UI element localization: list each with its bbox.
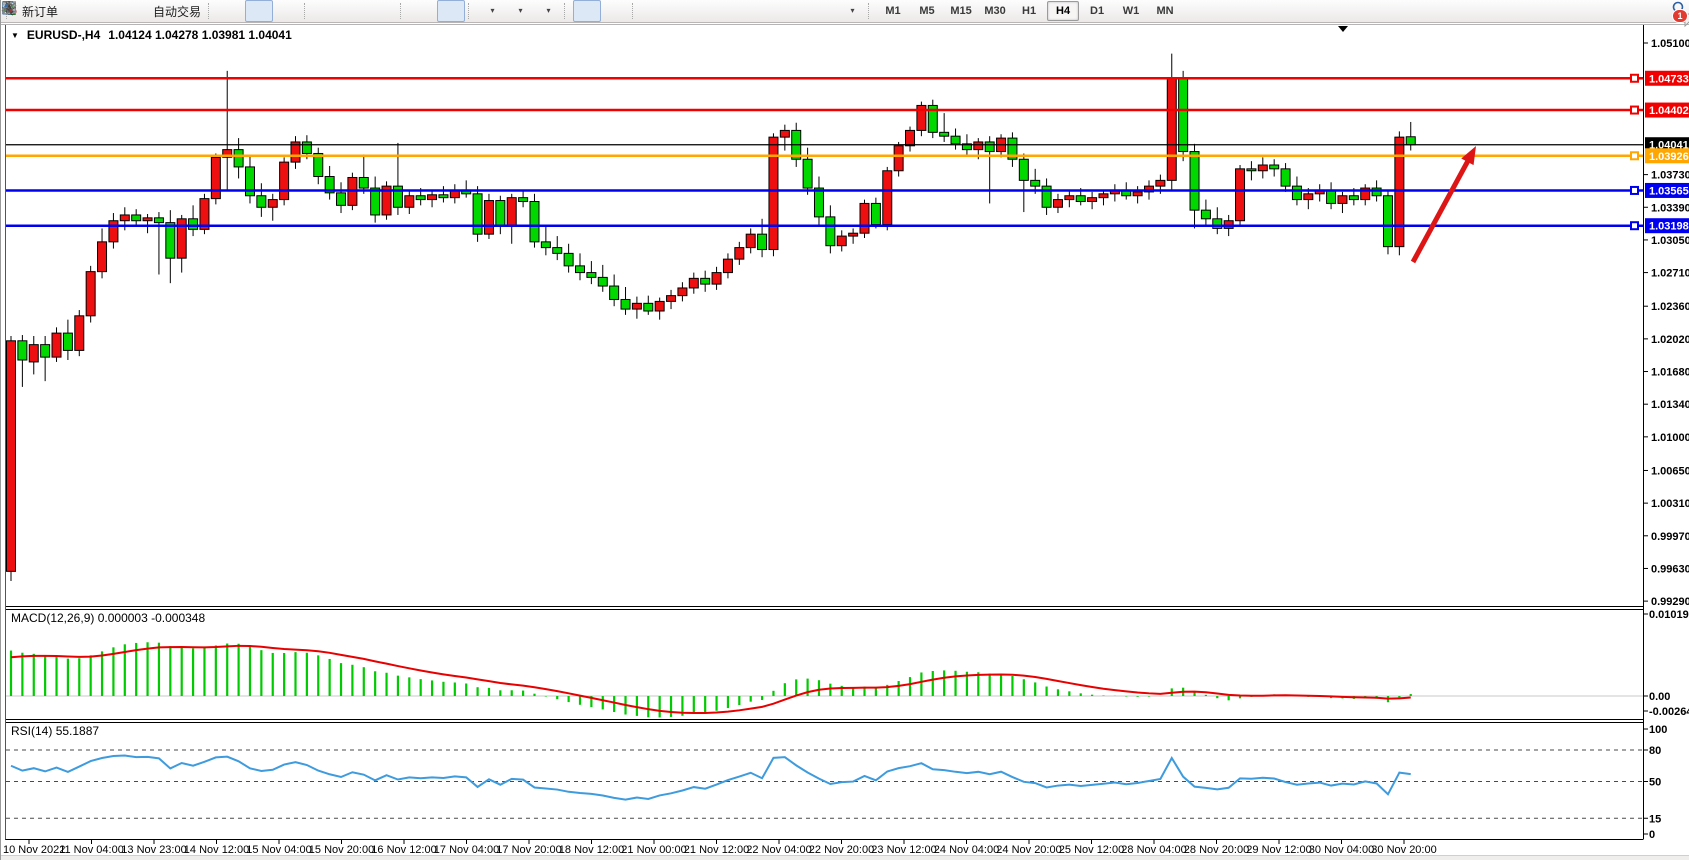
text-button[interactable]: A bbox=[781, 0, 809, 22]
time-axis[interactable] bbox=[1, 840, 1643, 858]
new-order-button[interactable]: 新订单 bbox=[15, 0, 62, 22]
tf-M30[interactable]: M30 bbox=[979, 1, 1011, 21]
auto-scroll-button[interactable] bbox=[409, 0, 437, 22]
profiles-button[interactable] bbox=[62, 0, 90, 22]
equidistant-channel-button[interactable]: E bbox=[725, 0, 753, 22]
zoom-out-button[interactable] bbox=[341, 0, 369, 22]
cursor-button[interactable] bbox=[573, 0, 601, 22]
chart-symbol-timeframe: EURUSD-,H4 bbox=[27, 28, 100, 42]
vertical-line-button[interactable] bbox=[641, 0, 669, 22]
toolbar-grip[interactable] bbox=[868, 3, 873, 19]
signals-button[interactable] bbox=[118, 0, 146, 22]
macd-values: 0.000003 -0.000348 bbox=[98, 611, 205, 625]
macd-name: MACD(12,26,9) bbox=[11, 611, 94, 625]
toolbar-grip[interactable] bbox=[468, 3, 473, 19]
fibonacci-button[interactable]: F bbox=[753, 0, 781, 22]
arrows-button[interactable]: ▾ bbox=[837, 0, 865, 22]
tf-MN[interactable]: MN bbox=[1149, 1, 1181, 21]
rsi-value: 55.1887 bbox=[56, 724, 99, 738]
candlestick-chart-button[interactable] bbox=[245, 0, 273, 22]
toolbar-grip[interactable] bbox=[564, 3, 569, 19]
chevron-down-icon: ▾ bbox=[547, 7, 551, 15]
tf-W1[interactable]: W1 bbox=[1115, 1, 1147, 21]
toolbar-grip[interactable] bbox=[304, 3, 309, 19]
periods-button[interactable]: ▾ bbox=[505, 0, 533, 22]
auto-trading-button[interactable]: 自动交易 bbox=[146, 0, 205, 22]
main-toolbar: 新订单 自动交易 bbox=[1, 0, 1689, 23]
tf-H4[interactable]: H4 bbox=[1047, 1, 1079, 21]
mt4-window: 新订单 自动交易 bbox=[0, 0, 1689, 860]
auto-trading-label: 自动交易 bbox=[153, 3, 201, 20]
chart-title: ▼ EURUSD-,H4 1.04124 1.04278 1.03981 1.0… bbox=[11, 28, 292, 42]
chart-ohlc-values: 1.04124 1.04278 1.03981 1.04041 bbox=[108, 28, 292, 42]
chart-window: 1.051001.037301.033901.030501.027101.023… bbox=[1, 0, 1689, 860]
timeframe-toolbar: M1M5M15M30H1H4D1W1MN bbox=[877, 1, 1181, 21]
tf-M1[interactable]: M1 bbox=[877, 1, 909, 21]
bar-chart-button[interactable] bbox=[217, 0, 245, 22]
rsi-indicator-label: RSI(14) 55.1887 bbox=[11, 724, 99, 738]
zoom-in-button[interactable] bbox=[313, 0, 341, 22]
mql5-button[interactable] bbox=[90, 0, 118, 22]
horizontal-line-button[interactable] bbox=[669, 0, 697, 22]
toolbar-grip[interactable] bbox=[400, 3, 405, 19]
indicators-button[interactable]: ▾ bbox=[477, 0, 505, 22]
line-chart-button[interactable] bbox=[273, 0, 301, 22]
tf-H1[interactable]: H1 bbox=[1013, 1, 1045, 21]
new-order-label: 新订单 bbox=[22, 3, 58, 20]
toolbar-right: 1 bbox=[1671, 0, 1681, 23]
tf-M5[interactable]: M5 bbox=[911, 1, 943, 21]
tf-D1[interactable]: D1 bbox=[1081, 1, 1113, 21]
trendline-button[interactable] bbox=[697, 0, 725, 22]
tf-M15[interactable]: M15 bbox=[945, 1, 977, 21]
rsi-name: RSI(14) bbox=[11, 724, 52, 738]
chevron-down-icon: ▾ bbox=[519, 7, 523, 15]
notification-badge: 1 bbox=[1672, 9, 1688, 23]
toolbar-grip[interactable] bbox=[632, 3, 637, 19]
text-label-button[interactable]: T bbox=[809, 0, 837, 22]
chevron-down-icon: ▾ bbox=[851, 7, 855, 15]
crosshair-button[interactable] bbox=[601, 0, 629, 22]
tile-windows-button[interactable] bbox=[369, 0, 397, 22]
toolbar-grip[interactable] bbox=[208, 3, 213, 19]
price-axis[interactable] bbox=[1644, 24, 1689, 839]
chart-dropdown-icon[interactable]: ▼ bbox=[11, 31, 19, 40]
chevron-down-icon: ▾ bbox=[491, 7, 495, 15]
templates-button[interactable]: ▾ bbox=[533, 0, 561, 22]
macd-indicator-label: MACD(12,26,9) 0.000003 -0.000348 bbox=[11, 611, 205, 625]
chart-shift-button[interactable] bbox=[437, 0, 465, 22]
chart-canvas[interactable]: 1.051001.037301.033901.030501.027101.023… bbox=[1, 0, 1689, 860]
